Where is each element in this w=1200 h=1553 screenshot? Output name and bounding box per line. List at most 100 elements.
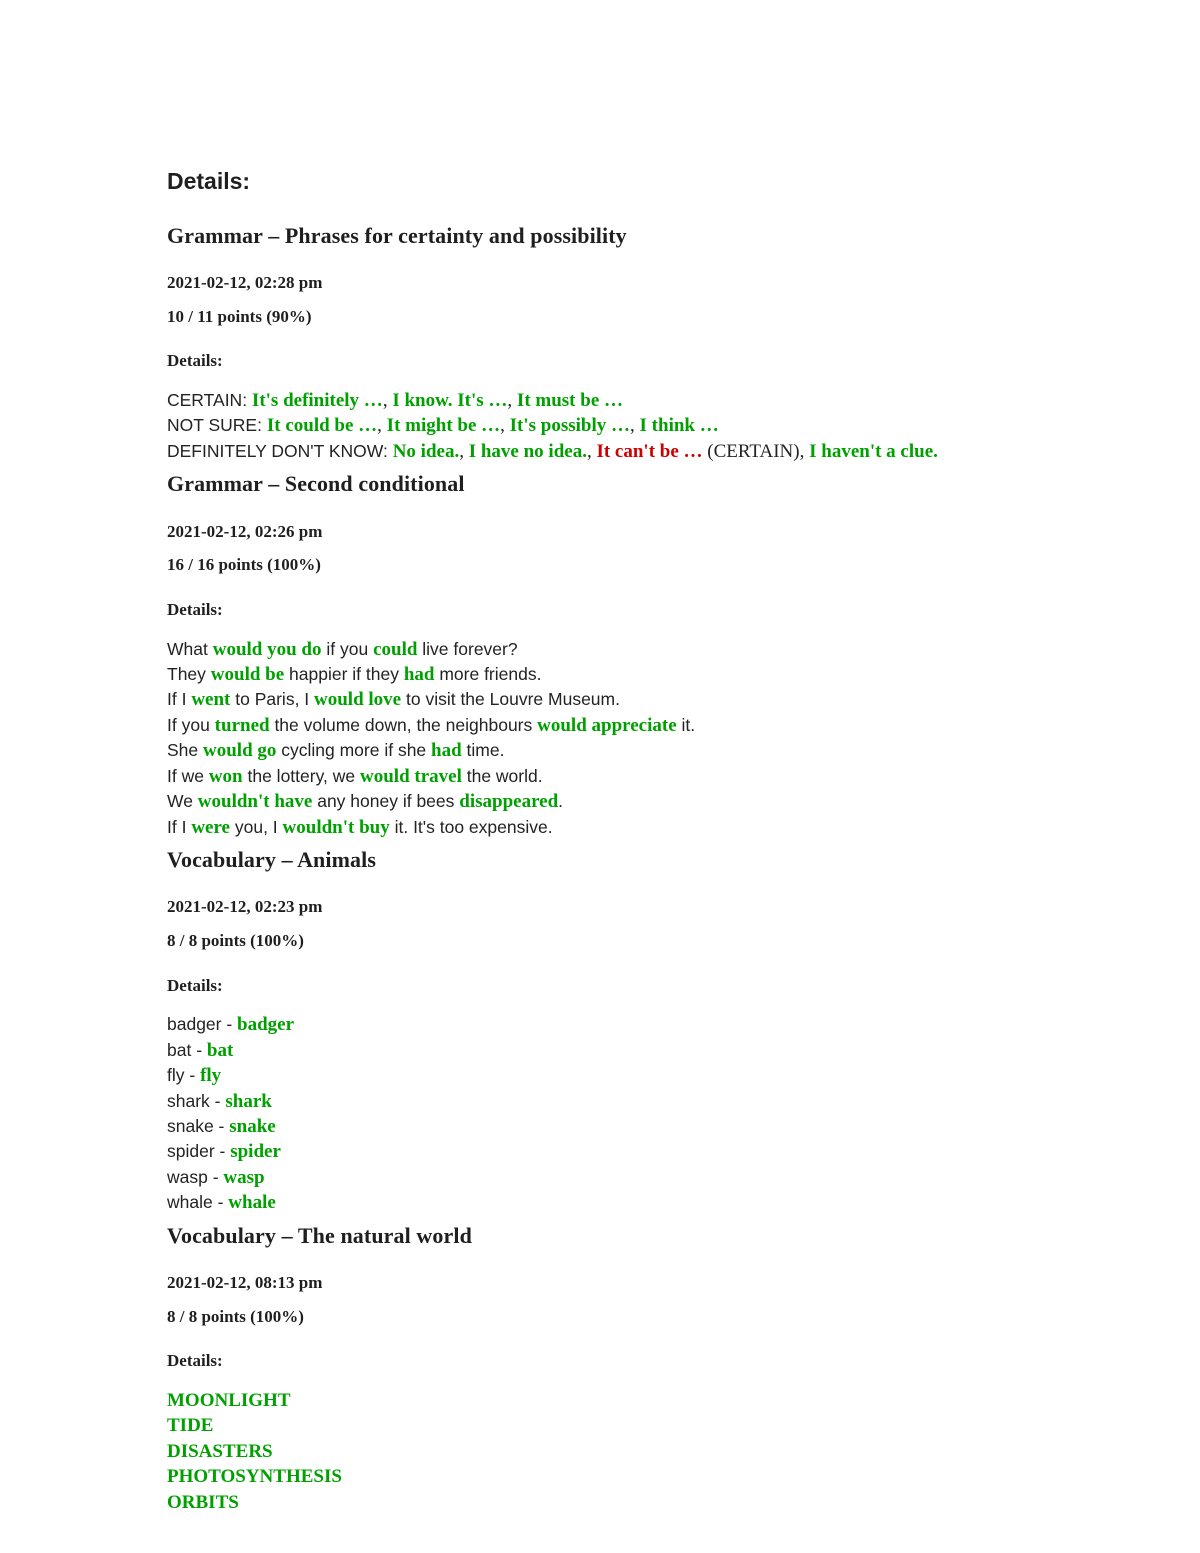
answer-line: bat - bat: [167, 1038, 1040, 1063]
result-section: Vocabulary – The natural world 2021-02-12…: [167, 1222, 1040, 1515]
answer-text-green: snake: [229, 1115, 276, 1137]
answer-text-green: wouldn't have: [197, 791, 313, 813]
answer-text-green: won: [208, 765, 243, 787]
prompt-text: bat -: [167, 1039, 207, 1060]
separator-text: ,: [459, 440, 469, 462]
prompt-text: fly -: [167, 1065, 201, 1086]
answer-line: What would you do if you could live fore…: [167, 637, 1040, 662]
answer-text-green: DISASTERS: [167, 1440, 273, 1462]
prompt-text: any honey if bees: [312, 791, 460, 812]
answer-text-green: turned: [214, 714, 270, 736]
answer-line: NOT SURE: It could be …, It might be …, …: [167, 413, 1040, 438]
section-timestamp: 2021-02-12, 08:13 pm: [167, 1273, 323, 1293]
answer-text-green: It might be …: [386, 415, 501, 437]
answer-text-green: wasp: [223, 1166, 265, 1188]
section-score: 8 / 8 points (100%): [167, 931, 304, 951]
sections-container: Grammar – Phrases for certainty and poss…: [167, 222, 1040, 1515]
answer-line: spider - spider: [167, 1139, 1040, 1164]
prompt-text: it. It's too expensive.: [389, 816, 553, 837]
answer-text-green: were: [191, 816, 230, 838]
prompt-text: CERTAIN:: [167, 390, 252, 411]
prompt-text: .: [558, 791, 564, 812]
prompt-text: shark -: [167, 1090, 226, 1111]
answer-text-green: I think …: [639, 415, 719, 437]
answer-text-green: bat: [206, 1039, 234, 1061]
separator-text: ,: [382, 390, 393, 412]
answer-text-green: would you do: [212, 638, 322, 660]
section-score: 10 / 11 points (90%): [167, 306, 312, 326]
prompt-text: time.: [461, 740, 505, 761]
answer-line: DEFINITELY DON'T KNOW: No idea., I have …: [167, 439, 1040, 464]
answer-line: fly - fly: [167, 1063, 1040, 1088]
prompt-text: to visit the Louvre Museum.: [401, 689, 620, 710]
section-title: Grammar – Phrases for certainty and poss…: [167, 222, 627, 248]
prompt-text: live forever?: [417, 638, 518, 659]
prompt-text: If I: [167, 689, 192, 710]
answer-text-green: spider: [230, 1141, 281, 1163]
result-section: Vocabulary – Animals 2021-02-12, 02:23 pm…: [167, 846, 1040, 1216]
answer-line: If you turned the volume down, the neigh…: [167, 713, 1040, 738]
section-title: Vocabulary – Animals: [167, 846, 377, 872]
answer-line: If we won the lottery, we would travel t…: [167, 764, 1040, 789]
section-score: 16 / 16 points (100%): [167, 555, 321, 575]
answer-line: shark - shark: [167, 1089, 1040, 1114]
prompt-text: it.: [676, 714, 696, 735]
separator-text: ,: [500, 415, 510, 437]
answer-line: whale - whale: [167, 1190, 1040, 1215]
section-title: Grammar – Second conditional: [167, 471, 465, 497]
answer-text-green: PHOTOSYNTHESIS: [167, 1466, 342, 1488]
answer-text-green: No idea.: [392, 440, 460, 462]
prompt-text: the lottery, we: [242, 765, 360, 786]
prompt-text: if you: [321, 638, 374, 659]
answer-text-green: shark: [225, 1090, 272, 1112]
section-details-label: Details:: [167, 975, 223, 995]
answer-line: MOONLIGHT: [167, 1388, 1040, 1413]
prompt-text: If we: [167, 765, 209, 786]
separator-text: ,: [507, 390, 517, 412]
answer-text-green: ORBITS: [167, 1491, 239, 1513]
answer-line: wasp - wasp: [167, 1165, 1040, 1190]
prompt-text: NOT SURE:: [167, 415, 267, 436]
answer-text-green: TIDE: [167, 1415, 214, 1437]
answer-text-green: had: [431, 740, 462, 762]
answer-text-green: It's definitely …: [251, 390, 383, 412]
section-details-label: Details:: [167, 600, 223, 620]
answer-text-green: disappeared: [459, 791, 559, 813]
prompt-text: you, I: [230, 816, 283, 837]
prompt-text: snake -: [167, 1115, 230, 1136]
prompt-text: We: [167, 791, 198, 812]
prompt-text: whale -: [167, 1192, 229, 1213]
prompt-text: cycling more if she: [276, 740, 432, 761]
answer-text-green: I have no idea.: [468, 440, 587, 462]
answer-text-green: I haven't a clue.: [809, 440, 938, 462]
answer-text-green: would travel: [360, 765, 462, 787]
prompt-text: more friends.: [434, 664, 542, 685]
section-answer-body: CERTAIN: It's definitely …, I know. It's…: [167, 388, 1040, 464]
section-details-label: Details:: [167, 1351, 223, 1371]
answer-line: snake - snake: [167, 1114, 1040, 1139]
answer-text-green: would go: [203, 740, 277, 762]
answer-line: CERTAIN: It's definitely …, I know. It's…: [167, 388, 1040, 413]
prompt-text: What: [167, 638, 213, 659]
section-answer-body: MOONLIGHT TIDE DISASTERS PHOTOSYNTHESIS ORBI…: [167, 1388, 1040, 1515]
prompt-text: happier if they: [284, 664, 404, 685]
answer-line: PHOTOSYNTHESIS: [167, 1464, 1040, 1489]
prompt-text: to Paris, I: [230, 689, 315, 710]
answer-text-green: would be: [210, 664, 285, 686]
prompt-text: DEFINITELY DON'T KNOW:: [167, 440, 393, 461]
page-title: Details:: [167, 168, 251, 194]
answer-line: They would be happier if they had more f…: [167, 662, 1040, 687]
answer-text-green: had: [403, 664, 435, 686]
answer-text-green: It's possibly …: [509, 415, 631, 437]
answer-text-green: MOONLIGHT: [167, 1390, 291, 1411]
answer-text-green: fly: [200, 1065, 222, 1087]
answer-text-green: It must be …: [516, 390, 624, 412]
prompt-text: spider -: [167, 1141, 231, 1162]
result-section: Grammar – Second conditional 2021-02-12, …: [167, 470, 1040, 840]
answer-text-green: could: [373, 638, 418, 660]
answer-line: If I were you, I wouldn't buy it. It's t…: [167, 815, 1040, 840]
answer-line: ORBITS: [167, 1490, 1040, 1515]
section-details-label: Details:: [167, 351, 223, 371]
prompt-text: If you: [167, 714, 215, 735]
result-section: Grammar – Phrases for certainty and poss…: [167, 222, 1040, 465]
